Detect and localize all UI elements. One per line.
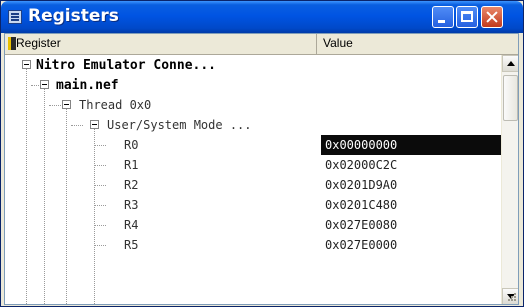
value-column-label: Value (323, 36, 353, 50)
register-name: R2 (124, 178, 139, 192)
collapse-icon[interactable] (62, 100, 71, 109)
registers-window-icon (8, 10, 22, 24)
tree-row-label: Nitro Emulator Conne... (36, 58, 217, 73)
arrow-up-icon (507, 61, 515, 66)
vertical-scrollbar[interactable] (501, 55, 518, 304)
value-column-header[interactable]: Value (317, 34, 518, 54)
collapse-icon[interactable] (22, 60, 31, 69)
scrollbar-thumb[interactable] (503, 75, 518, 121)
title-bar[interactable]: Registers (1, 1, 523, 33)
register-name: R0 (124, 138, 139, 152)
register-column-icon (8, 37, 16, 50)
register-row-r3[interactable]: R3 0x0201C480 (5, 195, 501, 215)
maximize-icon (461, 11, 473, 22)
register-column-header[interactable]: Register (5, 34, 317, 54)
register-column-label: Register (16, 36, 61, 50)
register-value[interactable]: 0x0201D9A0 (321, 175, 501, 195)
register-value[interactable]: 0x02000C2C (321, 155, 501, 175)
register-row-r4[interactable]: R4 0x027E0080 (5, 215, 501, 235)
tree-row[interactable]: Nitro Emulator Conne... (5, 55, 501, 75)
maximize-button[interactable] (456, 6, 478, 28)
collapse-icon[interactable] (40, 80, 49, 89)
tree-row[interactable]: User/System Mode ... (5, 115, 501, 135)
window-title: Registers (28, 6, 119, 26)
tree-row[interactable]: Thread 0x0 (5, 95, 501, 115)
close-button[interactable] (481, 6, 503, 28)
register-value[interactable]: 0x0201C480 (321, 195, 501, 215)
register-value[interactable]: 0x027E0080 (321, 215, 501, 235)
register-name: R1 (124, 158, 139, 172)
register-row-r1[interactable]: R1 0x02000C2C (5, 155, 501, 175)
register-row-r5[interactable]: R5 0x027E0000 (5, 235, 501, 255)
tree-rows: Nitro Emulator Conne... main.nef Thread … (5, 55, 501, 304)
register-name: R5 (124, 238, 139, 252)
resize-grip-icon[interactable] (505, 292, 517, 304)
tree-row-label: Thread 0x0 (79, 98, 152, 112)
register-value[interactable]: 0x00000000 (321, 135, 501, 155)
tree-row[interactable]: main.nef (5, 75, 501, 95)
register-name: R3 (124, 198, 139, 212)
minimize-icon (438, 20, 445, 23)
register-name: R4 (124, 218, 139, 232)
register-row-r2[interactable]: R2 0x0201D9A0 (5, 175, 501, 195)
collapse-icon[interactable] (90, 120, 99, 129)
registers-window: Registers Register Value Nitro Emulator … (0, 0, 524, 307)
tree-row-label: User/System Mode ... (107, 118, 252, 132)
register-value[interactable]: 0x027E0000 (321, 235, 501, 255)
minimize-button[interactable] (432, 6, 454, 28)
scroll-up-button[interactable] (502, 55, 518, 72)
tree-row-label: main.nef (56, 78, 119, 93)
close-icon (482, 7, 502, 27)
register-tree-view: Register Value Nitro Emulator Conne... m… (4, 33, 519, 305)
column-header: Register Value (5, 34, 518, 55)
register-row-r0[interactable]: R0 0x00000000 (5, 135, 501, 155)
